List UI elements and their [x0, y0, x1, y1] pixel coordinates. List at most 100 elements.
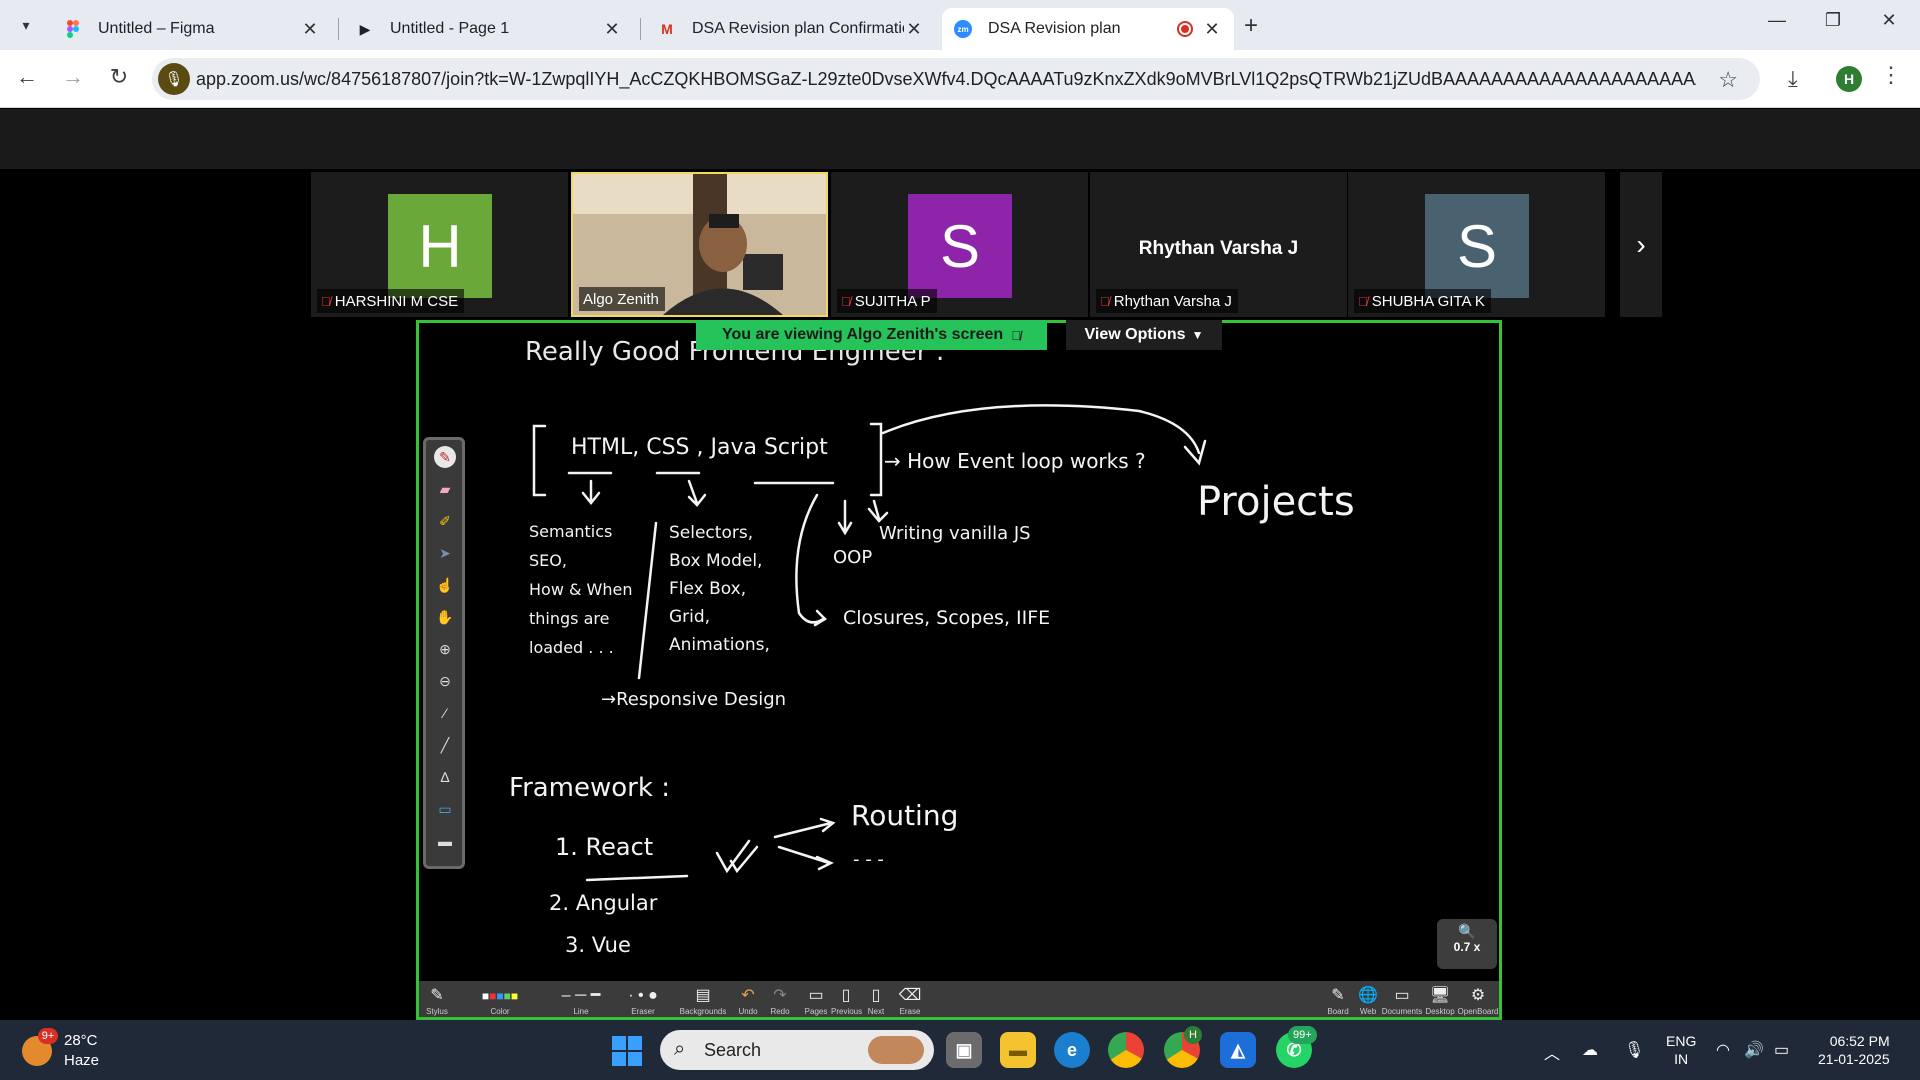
wifi-icon[interactable]: ◠	[1716, 1040, 1730, 1060]
participant-tile-video[interactable]: Algo Zenith	[571, 172, 828, 317]
erase-all-icon: ⌫	[898, 987, 922, 1004]
shared-screen[interactable]: Really Good Frontend Engineer : HTML, CS…	[416, 320, 1502, 1020]
btool-label: Color	[490, 1007, 510, 1016]
selector-tool-icon[interactable]: ➤	[434, 542, 456, 564]
profile-avatar[interactable]: H	[1836, 66, 1862, 92]
edge-icon[interactable]: e	[1054, 1032, 1090, 1068]
desktop-button[interactable]: 🖥 Desktop	[1423, 985, 1457, 1016]
battery-icon[interactable]: ▭	[1774, 1040, 1789, 1060]
chevron-up-icon[interactable]: ︿	[1544, 1040, 1560, 1064]
whatsapp-badge: 99+	[1288, 1026, 1317, 1044]
forward-button[interactable]: →	[58, 64, 88, 90]
line-tool-icon[interactable]: ╱	[434, 734, 456, 756]
compass-tool-icon[interactable]: ∆	[434, 766, 456, 788]
minimize-button[interactable]: —	[1754, 10, 1800, 31]
view-options-button[interactable]: View Options ▼	[1066, 320, 1222, 350]
stylus-icon: ✎	[430, 987, 444, 1004]
btool-label: Undo	[738, 1007, 758, 1016]
documents-button[interactable]: ▭ Documents	[1381, 985, 1423, 1016]
backgrounds-button[interactable]: ▤ Backgrounds	[675, 985, 731, 1016]
line-button[interactable]: – ─ ━ Line	[553, 985, 609, 1016]
marker-tool-icon[interactable]: ✐	[434, 510, 456, 532]
openboard-button[interactable]: ⚙ OpenBoard	[1457, 985, 1499, 1016]
btool-label: Line	[573, 1007, 589, 1016]
muted-mic-icon: 🎙̸	[1358, 293, 1368, 309]
figma-icon	[64, 20, 82, 38]
eraser-button[interactable]: · • ● Eraser	[615, 985, 671, 1016]
participant-tile[interactable]: H 🎙̸ HARSHINI M CSE	[311, 172, 568, 317]
note-line: How & When	[529, 580, 633, 599]
next-button[interactable]: ▯ Next	[861, 985, 891, 1016]
close-tab-icon[interactable]: ✕	[904, 19, 924, 40]
tab-page-1[interactable]: ▶ Untitled - Page 1 ✕	[344, 8, 634, 50]
board-button[interactable]: ✎ Board	[1323, 985, 1353, 1016]
system-clock[interactable]: 06:52 PM 21-01-2025	[1818, 1032, 1890, 1068]
zoom-indicator[interactable]: 🔍 0.7 x	[1437, 919, 1497, 969]
eraser-size-icon: · • ●	[628, 987, 658, 1004]
volume-icon[interactable]: 🔊	[1744, 1040, 1764, 1060]
undo-button[interactable]: ↶ Undo	[733, 985, 763, 1016]
tab-figma[interactable]: Untitled – Figma ✕	[52, 8, 332, 50]
participant-tile[interactable]: S 🎙̸ SUJITHA P	[831, 172, 1088, 317]
tab-gmail-confirmation[interactable]: M DSA Revision plan Confirmation ✕	[646, 8, 936, 50]
close-window-button[interactable]: ✕	[1866, 10, 1912, 31]
web-button[interactable]: 🌐 Web	[1353, 985, 1383, 1016]
muted-mic-icon: 🎙̸	[1011, 327, 1021, 343]
microphone-icon[interactable]: 🎙	[1624, 1040, 1644, 1060]
tab-search-dropdown[interactable]: ▾	[8, 10, 44, 40]
pages-button[interactable]: ▭ Pages	[801, 985, 831, 1016]
board-framework-item: 3. Vue	[565, 933, 631, 957]
weather-condition: Haze	[64, 1052, 100, 1069]
whiteboard-strokes	[532, 404, 1207, 882]
pointer-hand-tool-icon[interactable]: ☝	[434, 574, 456, 596]
undo-icon: ↶	[741, 987, 755, 1004]
eraser-tool-icon[interactable]: ▰	[434, 478, 456, 500]
address-bar[interactable]: 🎙 app.zoom.us/wc/84756187807/join?tk=W-1…	[152, 58, 1760, 100]
new-tab-button[interactable]: +	[1244, 12, 1258, 40]
url-text[interactable]: app.zoom.us/wc/84756187807/join?tk=W-1Zw…	[196, 69, 1696, 90]
color-button[interactable]: ■■■■■ Color	[455, 985, 545, 1016]
task-view-icon[interactable]: ▣	[946, 1032, 982, 1068]
file-explorer-icon[interactable]: ▬	[1000, 1032, 1036, 1068]
participant-display-name: Rhythan Varsha J	[1138, 238, 1299, 259]
onedrive-icon[interactable]: ☁	[1582, 1040, 1598, 1060]
language-indicator[interactable]: ENG IN	[1666, 1032, 1696, 1068]
tab-dsa-revision-plan[interactable]: zm DSA Revision plan ✕	[942, 8, 1234, 50]
restore-button[interactable]: ❐	[1810, 10, 1856, 31]
pan-hand-tool-icon[interactable]: ✋	[434, 606, 456, 628]
back-button[interactable]: ←	[12, 64, 42, 90]
notification-badge: 9+	[38, 1028, 58, 1044]
stylus-tool-icon[interactable]: ✎	[434, 446, 456, 468]
chrome-icon[interactable]	[1108, 1032, 1144, 1068]
keyboard-tool-icon[interactable]: ▬	[434, 830, 456, 852]
zoom-out-tool-icon[interactable]: ⊖	[434, 670, 456, 692]
note-line: Box Model,	[669, 551, 763, 571]
zoom-in-tool-icon[interactable]: ⊕	[434, 638, 456, 660]
download-icon[interactable]: ⤓	[1788, 66, 1798, 92]
start-button[interactable]	[612, 1036, 642, 1066]
next-participants-button[interactable]: ›	[1620, 172, 1662, 317]
participant-name: 🎙̸ Rhythan Varsha J	[1096, 289, 1238, 313]
close-tab-icon[interactable]: ✕	[602, 19, 622, 40]
participant-tile[interactable]: Rhythan Varsha J 🎙̸ Rhythan Varsha J	[1090, 172, 1347, 317]
redo-button[interactable]: ↷ Redo	[765, 985, 795, 1016]
stylus-button[interactable]: ✎ Stylus	[423, 985, 451, 1016]
gear-icon: ⚙	[1470, 987, 1486, 1004]
participant-tile[interactable]: S 🎙̸ SHUBHA GITA K	[1348, 172, 1605, 317]
reload-button[interactable]: ↻	[104, 64, 134, 90]
bookmark-star-icon[interactable]: ☆	[1718, 67, 1738, 93]
previous-button[interactable]: ▯ Previous	[831, 985, 862, 1016]
btool-label: Stylus	[426, 1007, 448, 1016]
muted-mic-icon: 🎙̸	[321, 293, 331, 309]
laser-tool-icon[interactable]: ⁄	[434, 702, 456, 724]
avatar: H	[388, 194, 492, 298]
close-tab-icon[interactable]: ✕	[1202, 19, 1222, 40]
microphone-icon[interactable]: 🎙	[158, 63, 190, 95]
erase-button[interactable]: ⌫ Erase	[895, 985, 925, 1016]
note-line: Grid,	[669, 607, 711, 627]
taskbar-search[interactable]: ⌕ Search	[660, 1030, 934, 1070]
close-tab-icon[interactable]: ✕	[300, 19, 320, 40]
photos-app-icon[interactable]: ◭	[1220, 1032, 1256, 1068]
screen-tool-icon[interactable]: ▭	[434, 798, 456, 820]
browser-menu-icon[interactable]: ⋮	[1880, 62, 1902, 88]
